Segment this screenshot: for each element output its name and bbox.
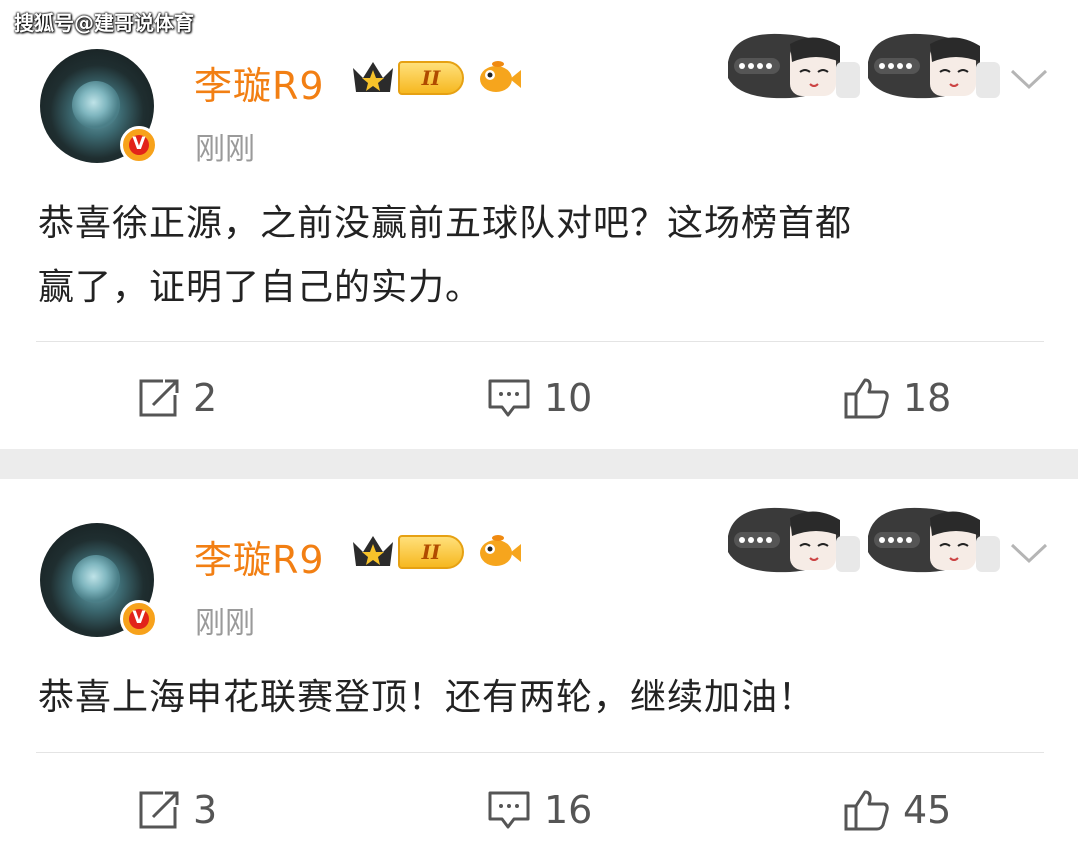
timestamp: 刚刚 (195, 132, 255, 167)
comment-count: 10 (544, 376, 593, 420)
fish-icon (480, 535, 521, 566)
content-line: 恭喜上海申花联赛登顶！还有两轮，继续加油！ (38, 677, 816, 718)
post-content: 恭喜徐正源，之前没赢前五球队对吧？这场榜首都 赢了，证明了自己的实力。 (38, 192, 1048, 320)
timestamp: 刚刚 (195, 606, 255, 641)
repost-count: 2 (193, 376, 218, 420)
comment-icon (488, 791, 530, 829)
fish-icon (480, 61, 521, 92)
chevron-down-icon[interactable] (1010, 542, 1048, 564)
sticker-decoration (728, 507, 1000, 573)
weibo-post: V 李璇R9 II 刚刚 (0, 479, 1078, 849)
vip-badge: V (120, 126, 158, 164)
divider (36, 752, 1044, 753)
sticker-decoration (728, 33, 1000, 99)
like-icon (844, 378, 889, 419)
content-line: 恭喜徐正源，之前没赢前五球队对吧？这场榜首都 (38, 203, 853, 244)
username[interactable]: 李璇R9 (194, 55, 325, 110)
watermark: 搜狐号@建哥说体育 (14, 11, 194, 35)
username[interactable]: 李璇R9 (194, 529, 325, 584)
like-button[interactable]: 45 (843, 786, 951, 834)
repost-count: 3 (193, 788, 218, 832)
like-count: 45 (903, 788, 952, 832)
divider (36, 341, 1044, 342)
crown-icon (353, 62, 393, 92)
chevron-down-icon[interactable] (1010, 68, 1048, 90)
repost-icon (139, 791, 179, 829)
like-icon (844, 790, 889, 831)
like-count: 18 (903, 376, 952, 420)
comment-button[interactable]: 10 (486, 374, 592, 422)
crown-icon (353, 536, 393, 566)
repost-button[interactable]: 3 (135, 786, 217, 834)
comment-button[interactable]: 16 (486, 786, 592, 834)
vip-badge: V (120, 600, 158, 638)
repost-button[interactable]: 2 (135, 374, 217, 422)
level-badge: II (398, 61, 464, 95)
content-line: 赢了，证明了自己的实力。 (38, 267, 483, 308)
level-badge: II (398, 535, 464, 569)
comment-count: 16 (544, 788, 593, 832)
post-content: 恭喜上海申花联赛登顶！还有两轮，继续加油！ (38, 666, 1048, 730)
comment-icon (488, 379, 530, 417)
repost-icon (139, 379, 179, 417)
like-button[interactable]: 18 (843, 374, 951, 422)
weibo-post: V 李璇R9 II 刚刚 (0, 0, 1078, 449)
